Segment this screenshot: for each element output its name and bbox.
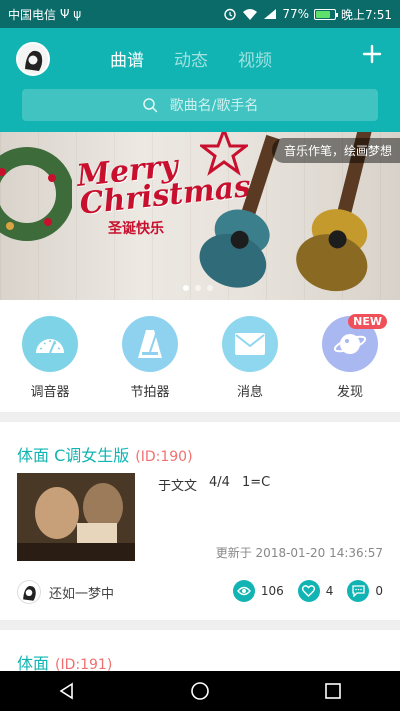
author-name: 还如一梦中 [49,586,115,602]
tool-label: 节拍器 [130,385,170,400]
tool-discover[interactable]: NEW 发现 [315,314,387,412]
app-header: 曲谱 动态 视频 歌曲名/歌手名 [0,28,400,132]
heart-icon [297,580,320,602]
tool-messages[interactable]: 消息 [215,316,285,412]
metronome-icon [122,316,178,372]
plus-icon [362,44,382,64]
tool-label: 调音器 [30,385,70,400]
tuner-icon [22,316,78,372]
score-updated: 更新于 2018-01-20 14:36:57 [215,546,383,560]
score-meta: 于文文 4/4 1=C [158,475,270,494]
search-icon [142,98,157,113]
tab-video[interactable]: 视频 [238,46,272,71]
likes-stat[interactable]: 4 [297,580,334,602]
signal-icon [264,9,277,19]
score-title[interactable]: 体面 C调女生版 (ID:190) [17,442,193,466]
score-key: 1=C [241,475,271,490]
tool-tuner[interactable]: 调音器 [15,316,85,412]
score-artist: 于文文 [158,479,198,494]
tab-feed[interactable]: 动态 [174,46,208,71]
tool-label: 发现 [336,385,363,400]
views-stat[interactable]: 106 [232,580,284,602]
tab-scores[interactable]: 曲谱 [110,46,144,71]
banner-subtitle: 圣诞快乐 [108,221,164,237]
score-id: (ID:190) [135,449,193,465]
battery-percent: 77% [282,7,310,21]
main-tabs: 曲谱 动态 视频 [110,46,272,71]
home-icon [191,682,209,700]
search-bar[interactable]: 歌曲名/歌手名 [22,89,378,121]
search-placeholder: 歌曲名/歌手名 [169,98,259,114]
thumbnail-photo [17,473,135,561]
score-author[interactable]: 还如一梦中 [17,580,114,604]
home-button[interactable] [180,671,220,711]
carousel-dot[interactable] [207,285,213,291]
author-avatar[interactable] [17,580,41,604]
battery-icon [314,8,339,20]
wreath-illustration [0,147,72,241]
score-thumbnail[interactable] [17,473,135,561]
avatar-sketch-icon [18,44,48,74]
banner-slogan: 音乐作笔，绘画梦想 [271,138,400,163]
tool-label: 消息 [236,385,263,400]
score-card[interactable]: 体面 C调女生版 (ID:190) 于文文 4/4 1=C 更新于 2018-01… [0,422,400,620]
tool-metronome[interactable]: 节拍器 [115,316,185,412]
back-icon [59,682,73,700]
carrier-label: 中国电信 [8,7,57,22]
comments-stat[interactable]: 0 [347,580,383,602]
alarm-icon [224,8,237,21]
new-badge: NEW [348,314,387,329]
usb-icon: Ψ ψ [60,7,82,21]
recents-icon [325,683,342,699]
clock: 晚上7:51 [341,7,392,22]
message-icon [222,316,278,372]
tool-grid: 调音器 节拍器 消息 NEW 发现 [0,300,400,412]
comment-icon [347,580,370,602]
carousel-dot[interactable] [195,285,201,291]
user-avatar[interactable] [16,42,50,76]
add-button[interactable] [360,42,384,66]
score-time-signature: 4/4 [209,475,230,490]
app-root: 中国电信 Ψ ψ 77% 晚上7:51 曲谱 动态 视频 歌曲名/歌手名 Mer… [0,0,400,711]
recents-button[interactable] [313,671,353,711]
likes-count: 4 [325,584,334,598]
carousel-indicator [183,285,213,291]
eye-icon [232,580,255,602]
wifi-icon [243,8,258,20]
system-nav-bar [0,671,400,711]
status-bar: 中国电信 Ψ ψ 77% 晚上7:51 [0,0,400,28]
score-stats: 106 4 0 [232,580,383,602]
promo-banner[interactable]: Merry Christmas 圣诞快乐 音乐作笔，绘画梦想 [0,132,400,300]
comments-count: 0 [375,584,383,598]
back-button[interactable] [47,671,87,711]
carousel-dot[interactable] [183,285,189,291]
views-count: 106 [260,584,284,598]
